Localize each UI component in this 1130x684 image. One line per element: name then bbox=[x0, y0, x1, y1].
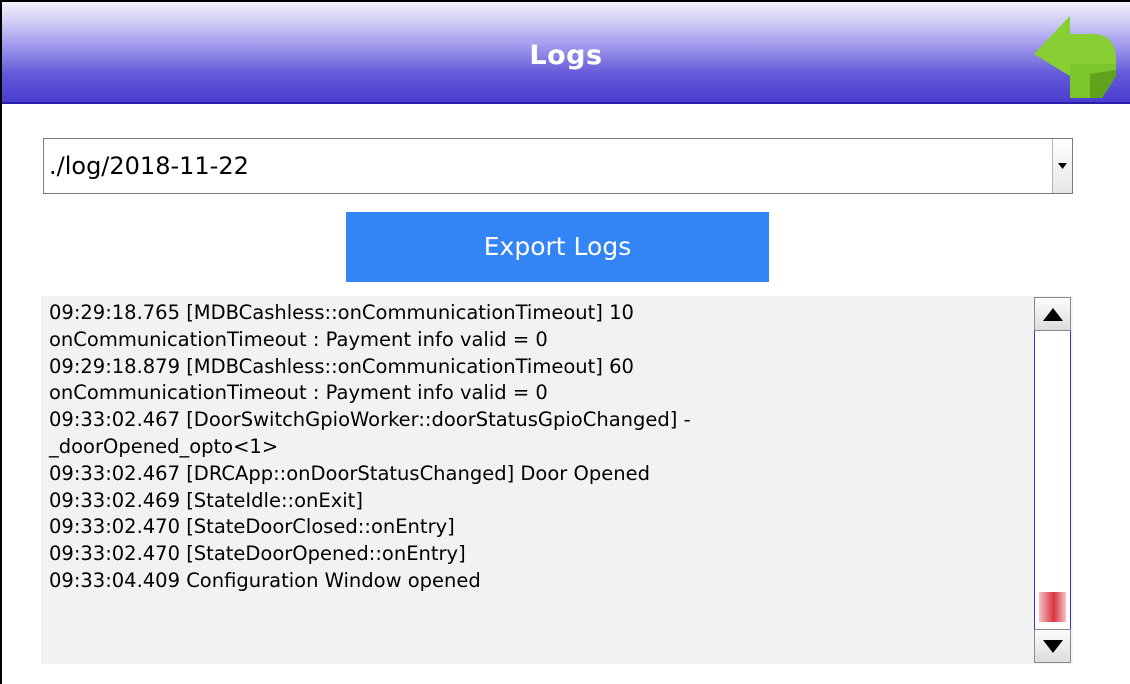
log-line: 09:33:02.470 [StateDoorOpened::onEntry] bbox=[49, 542, 466, 566]
log-line: 09:33:02.467 [DoorSwitchGpioWorker::door… bbox=[49, 408, 691, 432]
scroll-thumb[interactable] bbox=[1039, 592, 1066, 622]
scroll-track[interactable] bbox=[1034, 331, 1071, 629]
chevron-down-icon bbox=[1058, 163, 1067, 169]
log-line: 09:33:04.409 Configuration Window opened bbox=[49, 568, 481, 592]
log-line: 09:29:18.765 [MDBCashless::onCommunicati… bbox=[49, 301, 634, 324]
log-lines: 09:29:18.765 [MDBCashless::onCommunicati… bbox=[49, 300, 1029, 595]
page-title: Logs bbox=[529, 40, 603, 71]
scroll-down-button[interactable] bbox=[1034, 629, 1071, 663]
back-button[interactable] bbox=[1030, 14, 1120, 100]
log-line: 09:33:02.470 [StateDoorClosed::onEntry] bbox=[49, 515, 455, 539]
scroll-up-button[interactable] bbox=[1034, 297, 1071, 331]
scroll-down-arrow-icon bbox=[1043, 640, 1063, 653]
log-line: onCommunicationTimeout : Payment info va… bbox=[49, 327, 548, 351]
log-line: onCommunicationTimeout : Payment info va… bbox=[49, 381, 548, 405]
log-scrollbar[interactable] bbox=[1034, 297, 1071, 663]
log-viewer[interactable]: 09:29:18.765 [MDBCashless::onCommunicati… bbox=[41, 296, 1073, 664]
log-file-select-value: ./log/2018-11-22 bbox=[49, 152, 249, 180]
select-dropdown-button[interactable] bbox=[1052, 139, 1072, 193]
log-file-select[interactable]: ./log/2018-11-22 bbox=[43, 138, 1073, 194]
header-bar: Logs bbox=[2, 2, 1130, 104]
log-line: 09:33:02.469 [StateIdle::onExit] bbox=[49, 488, 363, 512]
scroll-up-arrow-icon bbox=[1043, 308, 1063, 321]
log-line: 09:29:18.879 [MDBCashless::onCommunicati… bbox=[49, 354, 634, 378]
export-logs-button[interactable]: Export Logs bbox=[346, 212, 769, 282]
log-line: _doorOpened_opto<1> bbox=[49, 434, 279, 458]
log-line: 09:33:02.467 [DRCApp::onDoorStatusChange… bbox=[49, 461, 650, 485]
back-arrow-icon bbox=[1034, 16, 1116, 98]
